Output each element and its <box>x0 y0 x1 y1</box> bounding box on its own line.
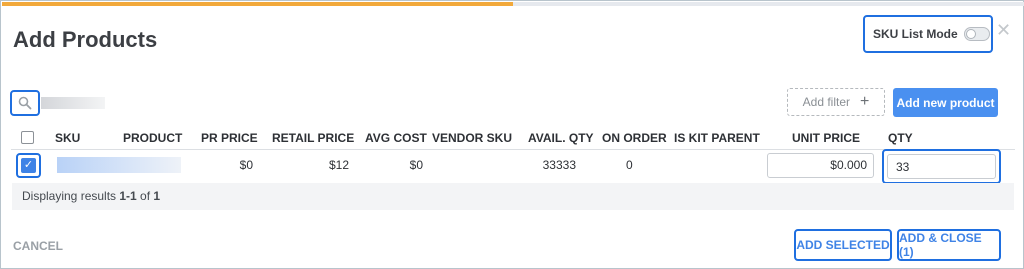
column-header-retail-price[interactable]: RETAIL PRICE <box>272 131 354 145</box>
unit-price-input[interactable]: $0.000 <box>767 153 874 178</box>
qty-input[interactable]: 33 <box>887 154 996 179</box>
row-select-checkbox[interactable]: ✓ <box>16 153 41 178</box>
header-divider <box>11 149 1015 150</box>
cancel-button[interactable]: CANCEL <box>13 239 63 253</box>
close-icon[interactable]: ✕ <box>996 20 1011 41</box>
row-avg-cost: $0 <box>409 158 423 172</box>
sku-list-mode-control[interactable]: SKU List Mode <box>863 15 993 53</box>
results-prefix: Displaying results <box>22 189 120 203</box>
add-selected-button[interactable]: ADD SELECTED <box>794 229 892 261</box>
column-header-is-kit-parent[interactable]: IS KIT PARENT <box>674 131 760 145</box>
row-avail-qty: 33333 <box>542 158 576 172</box>
column-header-avg-cost[interactable]: AVG COST <box>365 131 427 145</box>
results-total: 1 <box>153 189 161 203</box>
column-header-qty[interactable]: QTY <box>888 131 913 145</box>
search-input[interactable] <box>41 97 105 109</box>
row-retail-price: $12 <box>328 158 349 172</box>
add-products-dialog: Add Products SKU List Mode ✕ Add filter … <box>0 0 1024 269</box>
row-on-order: 0 <box>626 158 633 172</box>
search-icon <box>18 96 32 110</box>
column-header-sku[interactable]: SKU <box>55 131 80 145</box>
column-header-unit-price[interactable]: UNIT PRICE <box>792 131 860 145</box>
row-sku-product <box>57 157 181 173</box>
sku-list-mode-label: SKU List Mode <box>873 27 958 41</box>
page-title: Add Products <box>13 27 158 52</box>
load-progress-bar <box>2 2 1024 6</box>
add-filter-button[interactable]: Add filter + <box>787 88 885 116</box>
column-header-product[interactable]: PRODUCT <box>123 131 182 145</box>
add-and-close-button[interactable]: ADD & CLOSE (1) <box>897 229 1001 261</box>
select-all-checkbox[interactable] <box>21 131 34 144</box>
column-header-vendor-sku[interactable]: VENDOR SKU <box>432 131 512 145</box>
check-icon: ✓ <box>21 158 36 173</box>
add-filter-label: Add filter <box>802 95 850 109</box>
results-range: 1-1 <box>119 189 137 203</box>
qty-field-highlight: 33 <box>882 149 1001 184</box>
plus-icon: + <box>860 93 870 110</box>
load-progress-fill <box>2 2 513 6</box>
toggle-knob <box>965 29 976 39</box>
sku-list-mode-toggle[interactable] <box>963 27 990 41</box>
search-button[interactable] <box>10 90 40 116</box>
results-summary: Displaying results 1-1 of 1 <box>12 183 1014 210</box>
column-header-avail-qty[interactable]: AVAIL. QTY <box>528 131 594 145</box>
results-middle: of <box>136 189 154 203</box>
row-pr-price: $0 <box>239 158 253 172</box>
column-header-pr-price[interactable]: PR PRICE <box>201 131 258 145</box>
column-header-on-order[interactable]: ON ORDER <box>602 131 667 145</box>
add-new-product-button[interactable]: Add new product <box>893 88 998 117</box>
